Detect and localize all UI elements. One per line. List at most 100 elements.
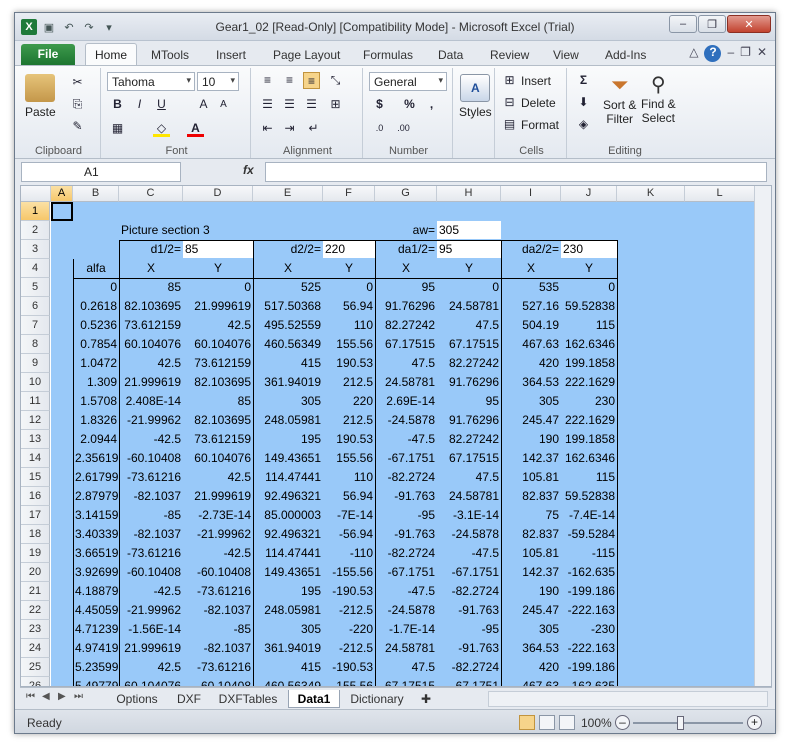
table-cell[interactable]: 3.40339 (73, 525, 119, 544)
column-header-f[interactable]: F (323, 186, 375, 202)
tab-insert[interactable]: Insert (216, 45, 246, 65)
table-cell[interactable]: 517.50368 (253, 297, 323, 316)
table-cell[interactable]: 190.53 (323, 430, 375, 449)
insert-cells-button[interactable]: ⊞ Insert (501, 72, 551, 89)
table-cell[interactable]: -212.5 (323, 601, 375, 620)
select-all-corner[interactable] (21, 186, 51, 202)
table-cell[interactable]: 420 (501, 658, 561, 677)
table-cell[interactable]: -3.1E-14 (437, 506, 501, 525)
prev-sheet-icon[interactable]: ◀ (42, 691, 50, 702)
table-cell[interactable]: -91.763 (437, 639, 501, 658)
table-cell[interactable]: 85 (119, 278, 183, 297)
table-cell[interactable]: 21.999619 (183, 297, 253, 316)
zoom-slider[interactable] (633, 722, 743, 724)
table-cell[interactable]: -95 (437, 620, 501, 639)
column-header-h[interactable]: H (437, 186, 501, 202)
row-header-19[interactable]: 19 (21, 544, 50, 563)
vertical-scrollbar[interactable] (754, 186, 771, 686)
table-cell[interactable]: -73.61216 (119, 468, 183, 487)
row-header-8[interactable]: 8 (21, 335, 50, 354)
delete-cells-button[interactable]: ⊟ Delete (501, 94, 555, 111)
table-cell[interactable]: -24.5878 (375, 601, 437, 620)
sort-filter-button[interactable]: ⏷ Sort & Filter (603, 72, 636, 126)
table-cell[interactable]: 21.999619 (119, 373, 183, 392)
table-cell[interactable]: -199.186 (561, 658, 617, 677)
table-cell[interactable]: 364.53 (501, 373, 561, 392)
table-cell[interactable]: -91.763 (437, 601, 501, 620)
workbook-restore-icon[interactable]: ❐ (740, 45, 751, 62)
table-cell[interactable]: -82.2724 (437, 582, 501, 601)
column-header-e[interactable]: E (253, 186, 323, 202)
table-cell[interactable]: 60.104076 (183, 449, 253, 468)
table-cell[interactable]: 67.17515 (375, 335, 437, 354)
cut-icon[interactable]: ✂ (69, 74, 86, 91)
clear-icon[interactable]: ◈ (575, 116, 592, 133)
table-cell[interactable]: 21.999619 (119, 639, 183, 658)
table-cell[interactable]: -82.1037 (183, 601, 253, 620)
table-cell[interactable]: 114.47441 (253, 468, 323, 487)
table-cell[interactable]: 305 (253, 392, 323, 411)
row-header-10[interactable]: 10 (21, 373, 50, 392)
table-cell[interactable]: 42.5 (119, 354, 183, 373)
table-cell[interactable]: -162.635 (561, 677, 617, 686)
wrap-text-icon[interactable]: ↵ (305, 120, 322, 137)
tab-file[interactable]: File (21, 44, 75, 65)
table-cell[interactable]: 91.76296 (437, 373, 501, 392)
table-cell[interactable]: 0 (561, 278, 617, 297)
table-cell[interactable]: 3.92699 (73, 563, 119, 582)
sheet-tab-dxf[interactable]: DXF (170, 690, 208, 708)
table-cell[interactable]: 0 (73, 278, 119, 297)
horizontal-scrollbar[interactable] (488, 691, 768, 707)
table-cell[interactable]: 222.1629 (561, 411, 617, 430)
table-cell[interactable]: 110 (323, 468, 375, 487)
d2-value[interactable]: 220 (323, 240, 375, 259)
table-cell[interactable]: -190.53 (323, 582, 375, 601)
table-cell[interactable]: 5.23599 (73, 658, 119, 677)
da1-value[interactable]: 95 (437, 240, 501, 259)
table-cell[interactable]: 190 (501, 430, 561, 449)
table-cell[interactable]: -199.186 (561, 582, 617, 601)
sheet-tab-dictionary[interactable]: Dictionary (344, 690, 410, 708)
row-header-12[interactable]: 12 (21, 411, 50, 430)
decrease-indent-icon[interactable]: ⇤ (259, 120, 276, 137)
x-header[interactable]: X (501, 259, 561, 278)
percent-button[interactable]: % (401, 96, 418, 113)
column-header-b[interactable]: B (73, 186, 119, 202)
tab-home[interactable]: Home (85, 43, 137, 66)
table-cell[interactable]: -155.56 (323, 677, 375, 686)
table-cell[interactable]: 42.5 (183, 316, 253, 335)
table-cell[interactable]: 142.37 (501, 449, 561, 468)
table-cell[interactable]: -56.94 (323, 525, 375, 544)
table-cell[interactable]: -67.1751 (437, 563, 501, 582)
row-header-16[interactable]: 16 (21, 487, 50, 506)
table-cell[interactable]: 460.56349 (253, 677, 323, 686)
table-cell[interactable]: -7E-14 (323, 506, 375, 525)
sheet-tab-data1[interactable]: Data1 (288, 690, 340, 708)
d1-label[interactable]: d1/2= (119, 240, 183, 259)
table-cell[interactable]: 56.94 (323, 487, 375, 506)
table-cell[interactable]: 2.408E-14 (119, 392, 183, 411)
column-header-k[interactable]: K (617, 186, 685, 202)
table-cell[interactable]: 361.94019 (253, 639, 323, 658)
sheet-tab-dxftables[interactable]: DXFTables (212, 690, 284, 708)
currency-button[interactable]: $ (371, 96, 388, 113)
table-cell[interactable]: 2.87979 (73, 487, 119, 506)
table-cell[interactable]: 415 (253, 354, 323, 373)
table-cell[interactable]: 4.71239 (73, 620, 119, 639)
table-cell[interactable]: 92.496321 (253, 487, 323, 506)
page-layout-view-button[interactable] (539, 715, 555, 730)
table-cell[interactable]: 230 (561, 392, 617, 411)
tab-review[interactable]: Review (490, 45, 529, 65)
table-cell[interactable]: -47.5 (375, 430, 437, 449)
table-cell[interactable]: 82.27242 (437, 354, 501, 373)
table-cell[interactable]: -95 (375, 506, 437, 525)
format-cells-button[interactable]: ▤ Format (501, 116, 559, 133)
table-cell[interactable]: -21.99962 (183, 525, 253, 544)
column-header-d[interactable]: D (183, 186, 253, 202)
workbook-minimize-icon[interactable]: – (727, 45, 734, 62)
table-cell[interactable]: -155.56 (323, 563, 375, 582)
restore-button[interactable]: ❐ (698, 15, 726, 33)
next-sheet-icon[interactable]: ▶ (58, 691, 66, 702)
table-cell[interactable]: -82.2724 (375, 468, 437, 487)
table-cell[interactable]: 305 (501, 392, 561, 411)
